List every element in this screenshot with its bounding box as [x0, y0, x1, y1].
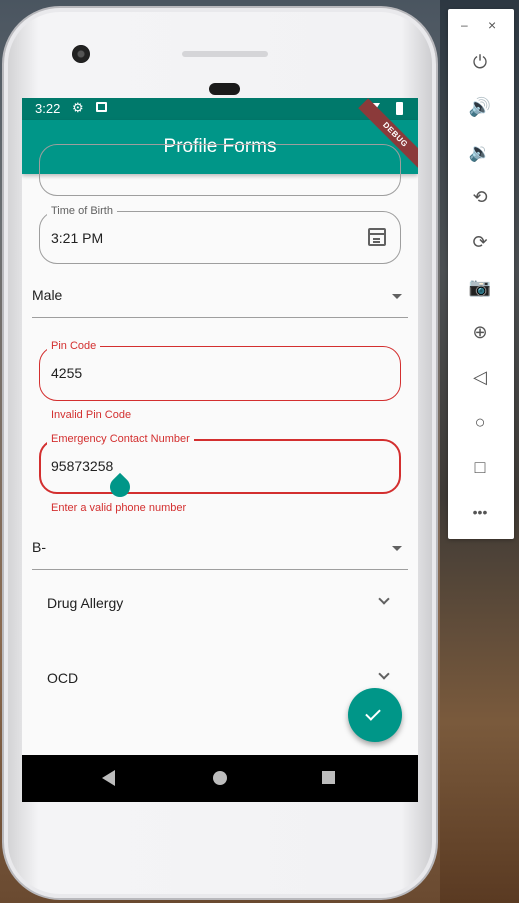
- navigation-bar: [22, 755, 418, 802]
- ocd-label: OCD: [47, 670, 79, 686]
- close-button[interactable]: ×: [488, 17, 496, 33]
- pin-code-label: Pin Code: [47, 340, 101, 352]
- home-icon[interactable]: [213, 771, 227, 785]
- chevron-down-icon: [392, 546, 402, 551]
- front-camera: [72, 45, 90, 63]
- emergency-contact-error: Enter a valid phone number: [51, 502, 187, 514]
- image-icon: [96, 102, 107, 112]
- submit-fab-button[interactable]: [348, 688, 402, 742]
- pin-code-error: Invalid Pin Code: [51, 409, 132, 421]
- emergency-contact-label: Emergency Contact Number: [47, 433, 194, 445]
- drug-allergy-tile[interactable]: Drug Allergy: [47, 588, 392, 618]
- gender-value: Male: [32, 287, 63, 303]
- recents-icon[interactable]: [322, 771, 335, 784]
- calendar-icon[interactable]: [368, 228, 386, 246]
- check-icon: [365, 705, 381, 721]
- earpiece-speaker: [182, 51, 268, 57]
- rotate-left-icon[interactable]: ⟲: [466, 183, 494, 211]
- minimize-button[interactable]: –: [461, 18, 468, 32]
- blood-group-dropdown[interactable]: B-: [32, 535, 408, 570]
- battery-icon: [396, 102, 403, 115]
- zoom-icon[interactable]: ⊕: [466, 318, 494, 346]
- emulator-toolbar: – × ⏻ 🔊 🔉 ⟲ ⟳ 📷 ⊕ ◁ ○ □ •••: [448, 9, 514, 539]
- volume-down-icon[interactable]: 🔉: [466, 138, 494, 166]
- overview-icon[interactable]: □: [466, 453, 494, 481]
- pin-code-value: 4255: [51, 365, 83, 381]
- speaker-slot: [209, 83, 240, 95]
- camera-icon[interactable]: 📷: [466, 273, 494, 301]
- ocd-tile[interactable]: OCD: [47, 663, 392, 693]
- chevron-down-icon: [378, 668, 390, 680]
- pin-code-field[interactable]: [39, 346, 401, 401]
- status-time: 3:22: [35, 101, 61, 116]
- emergency-contact-value: 95873258: [51, 458, 114, 474]
- gear-icon: ⚙: [72, 100, 84, 115]
- drug-allergy-label: Drug Allergy: [47, 595, 124, 611]
- device-screen: 3:22 ⚙ Profile Forms DEBUG Time of Birth…: [22, 98, 418, 802]
- previous-field[interactable]: [39, 144, 401, 196]
- more-icon[interactable]: •••: [466, 498, 494, 526]
- back-icon[interactable]: [102, 770, 115, 786]
- rotate-right-icon[interactable]: ⟳: [466, 228, 494, 256]
- power-icon[interactable]: ⏻: [466, 48, 494, 76]
- back-icon[interactable]: ◁: [466, 363, 494, 391]
- form-scroll-area[interactable]: Time of Birth 3:21 PM Male Pin Code 4255…: [22, 144, 418, 755]
- home-icon[interactable]: ○: [466, 408, 494, 436]
- volume-up-icon[interactable]: 🔊: [466, 93, 494, 121]
- time-of-birth-value: 3:21 PM: [51, 230, 104, 246]
- gender-dropdown[interactable]: Male: [32, 283, 408, 318]
- chevron-down-icon: [378, 593, 390, 605]
- chevron-down-icon: [392, 294, 402, 299]
- blood-group-value: B-: [32, 539, 46, 555]
- time-of-birth-label: Time of Birth: [47, 205, 117, 217]
